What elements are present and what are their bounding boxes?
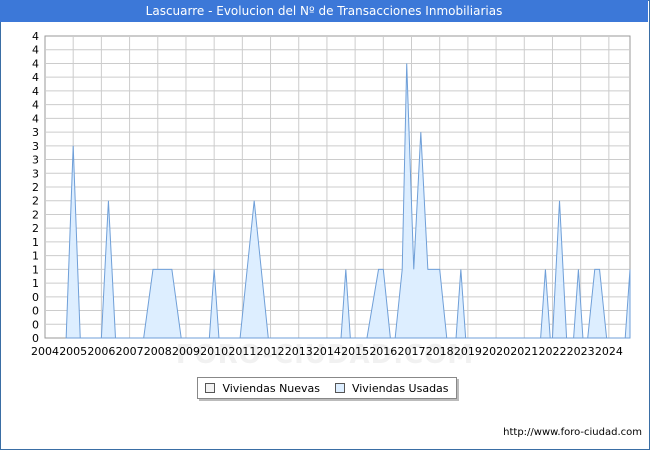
x-tick-label: 2011 xyxy=(228,345,256,358)
legend-label-usadas: Viviendas Usadas xyxy=(351,381,449,395)
x-tick-label: 2015 xyxy=(341,345,369,358)
x-tick-label: 2010 xyxy=(200,345,228,358)
y-tick-label: 4 xyxy=(32,99,39,112)
x-tick-label: 2004 xyxy=(31,345,59,358)
x-tick-label: 2024 xyxy=(595,345,623,358)
legend-item-nuevas[interactable]: Viviendas Nuevas xyxy=(205,382,320,395)
y-tick-label: 4 xyxy=(32,85,39,98)
y-axis: 00001111222233334444444 xyxy=(32,30,39,345)
y-tick-label: 2 xyxy=(32,195,39,208)
y-tick-label: 1 xyxy=(32,263,39,276)
y-tick-label: 2 xyxy=(32,222,39,235)
y-tick-label: 2 xyxy=(32,208,39,221)
y-tick-label: 4 xyxy=(32,57,39,70)
x-tick-label: 2019 xyxy=(454,345,482,358)
y-tick-label: 3 xyxy=(32,126,39,139)
y-tick-label: 1 xyxy=(32,277,39,290)
legend-item-usadas[interactable]: Viviendas Usadas xyxy=(334,381,449,395)
y-tick-label: 4 xyxy=(32,30,39,43)
y-tick-label: 4 xyxy=(32,112,39,125)
x-tick-label: 2021 xyxy=(510,345,538,358)
legend: Viviendas Nuevas Viviendas Usadas xyxy=(197,377,457,399)
y-tick-label: 2 xyxy=(32,181,39,194)
y-tick-label: 1 xyxy=(32,236,39,249)
x-tick-label: 2020 xyxy=(482,345,510,358)
y-tick-label: 4 xyxy=(32,71,39,84)
y-tick-label: 4 xyxy=(32,44,39,57)
y-tick-label: 0 xyxy=(32,318,39,331)
x-tick-label: 2007 xyxy=(116,345,144,358)
x-axis: 2004 2005 2006 2007 2008 2009 2010 2011 2012 2013… xyxy=(31,345,623,358)
x-tick-label: 2009 xyxy=(172,345,200,358)
y-tick-label: 0 xyxy=(32,332,39,345)
x-tick-label: 2017 xyxy=(398,345,426,358)
x-tick-label: 2016 xyxy=(369,345,397,358)
x-tick-label: 2022 xyxy=(538,345,566,358)
x-tick-label: 2018 xyxy=(426,345,454,358)
x-tick-label: 2013 xyxy=(285,345,313,358)
x-tick-label: 2006 xyxy=(87,345,115,358)
x-tick-label: 2008 xyxy=(144,345,172,358)
y-tick-label: 3 xyxy=(32,167,39,180)
legend-swatch-usadas xyxy=(334,383,345,393)
x-tick-label: 2023 xyxy=(567,345,595,358)
source-link[interactable]: http://www.foro-ciudad.com xyxy=(503,427,642,438)
y-tick-label: 3 xyxy=(32,140,39,153)
legend-label-nuevas: Viviendas Nuevas xyxy=(222,381,321,395)
legend-swatch-nuevas xyxy=(205,383,216,393)
x-tick-label: 2014 xyxy=(313,345,341,358)
x-tick-label: 2005 xyxy=(59,345,87,358)
y-tick-label: 0 xyxy=(32,291,39,304)
y-tick-label: 1 xyxy=(32,250,39,263)
y-tick-label: 0 xyxy=(32,305,39,318)
y-tick-label: 3 xyxy=(32,154,39,167)
x-tick-label: 2012 xyxy=(257,345,285,358)
